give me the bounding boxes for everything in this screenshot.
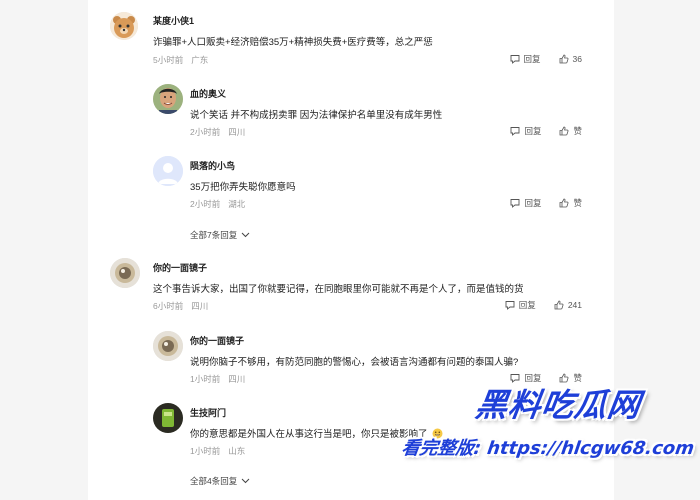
thumbs-up-icon — [554, 300, 564, 310]
like-count: 赞 — [573, 198, 582, 208]
more-replies-button[interactable]: 全部7条回复 — [190, 229, 250, 241]
comment-icon — [505, 301, 515, 310]
comment-meta: 1小时前 四川 — [190, 373, 245, 385]
reply-label: 回复 — [523, 54, 541, 64]
like-count: 241 — [567, 300, 582, 310]
thumbs-up-icon — [560, 126, 569, 136]
location: 山东 — [228, 446, 246, 456]
location: 四川 — [191, 301, 209, 311]
username[interactable]: 陨落的小鸟 — [190, 159, 235, 172]
like-button[interactable]: 赞 — [559, 197, 582, 209]
comment-text: 说个笑话 并不构成拐卖罪 因为法律保护名单里没有成年男性 — [190, 110, 443, 121]
default-avatar-icon[interactable] — [153, 156, 183, 186]
comment-text-body: 你的意思都是外国人在从事这行当是吧，你只是被影响了 — [190, 429, 428, 440]
comment-meta: 6小时前 四川 — [153, 300, 208, 312]
timestamp: 5小时前 — [153, 55, 184, 65]
comment-actions: 回复 赞 — [510, 125, 582, 137]
comment-icon — [511, 127, 520, 136]
like-count: 36 — [572, 54, 582, 64]
watermark-title: 黑料吃瓜网 — [473, 386, 644, 424]
comment-actions: 回复 241 — [505, 299, 582, 311]
like-button[interactable]: 赞 — [559, 125, 582, 137]
chevron-down-icon — [241, 232, 250, 238]
comment-actions: 回复 36 — [510, 53, 582, 65]
username[interactable]: 你的一面镜子 — [190, 334, 244, 347]
location: 四川 — [228, 127, 246, 137]
reply-label: 回复 — [524, 198, 542, 208]
location: 四川 — [228, 374, 246, 384]
thumbs-up-icon — [559, 54, 568, 64]
timestamp: 1小时前 — [190, 374, 221, 384]
reply-label: 回复 — [524, 126, 542, 136]
username[interactable]: 血的奥义 — [190, 87, 226, 100]
bear-avatar-icon[interactable] — [110, 12, 138, 40]
timestamp: 2小时前 — [190, 199, 221, 209]
more-replies-label: 全部4条回复 — [190, 476, 238, 486]
comment-icon — [511, 199, 520, 208]
reply-label: 回复 — [518, 300, 536, 310]
reply-item: 陨落的小鸟 35万把你弄失聪你愿意吗 2小时前 湖北 回复 赞 — [88, 152, 614, 222]
username[interactable]: 生技阿门 — [190, 406, 226, 419]
comment-item: 你的一面镜子 这个事告诉大家，出国了你就要记得，在同胞眼里你可能就不再是个人了，… — [88, 252, 614, 322]
timestamp: 1小时前 — [190, 446, 221, 456]
comment-meta: 2小时前 四川 — [190, 126, 245, 138]
comment-text: 诈骗罪+人口贩卖+经济赔偿35万+精神损失费+医疗费等，总之严惩 — [153, 37, 433, 48]
like-count: 赞 — [573, 126, 582, 136]
more-replies-label: 全部7条回复 — [190, 230, 238, 240]
like-button[interactable]: 241 — [554, 300, 582, 310]
reply-button[interactable]: 回复 — [510, 53, 541, 65]
thumbs-up-icon — [560, 198, 569, 208]
green-avatar-icon[interactable] — [153, 403, 183, 433]
comment-text: 这个事告诉大家，出国了你就要记得，在同胞眼里你可能就不再是个人了，而是值钱的货 — [153, 284, 524, 295]
comment-text: 说明你脑子不够用，有防范同胞的警惕心，会被语言沟通都有问题的泰国人骗? — [190, 357, 519, 368]
like-button[interactable]: 36 — [559, 54, 582, 64]
more-replies-button[interactable]: 全部4条回复 — [190, 475, 250, 487]
comment-meta: 5小时前 广东 — [153, 54, 208, 66]
location: 湖北 — [228, 199, 246, 209]
watermark-subtitle: 看完整版: https://hlcgw68.com — [400, 438, 696, 459]
reply-button[interactable]: 回复 — [510, 197, 541, 209]
reply-button[interactable]: 回复 — [505, 299, 536, 311]
mirror-avatar-icon[interactable] — [153, 331, 183, 361]
timestamp: 2小时前 — [190, 127, 221, 137]
comment-meta: 2小时前 湖北 — [190, 198, 245, 210]
comment-meta: 1小时前 山东 — [190, 445, 245, 457]
reply-button[interactable]: 回复 — [510, 125, 541, 137]
username[interactable]: 某度小侠1 — [153, 14, 194, 27]
man-avatar-icon[interactable] — [153, 84, 183, 114]
comment-text: 35万把你弄失聪你愿意吗 — [190, 182, 296, 193]
comment-actions: 回复 赞 — [510, 197, 582, 209]
mirror-avatar-icon[interactable] — [110, 258, 140, 288]
username[interactable]: 你的一面镜子 — [153, 261, 207, 274]
reply-item: 血的奥义 说个笑话 并不构成拐卖罪 因为法律保护名单里没有成年男性 2小时前 四川… — [88, 80, 614, 150]
chevron-down-icon — [241, 478, 250, 484]
location: 广东 — [191, 55, 209, 65]
comment-item: 某度小侠1 诈骗罪+人口贩卖+经济赔偿35万+精神损失费+医疗费等，总之严惩 5… — [88, 0, 614, 80]
timestamp: 6小时前 — [153, 301, 184, 311]
comment-icon — [510, 55, 519, 64]
